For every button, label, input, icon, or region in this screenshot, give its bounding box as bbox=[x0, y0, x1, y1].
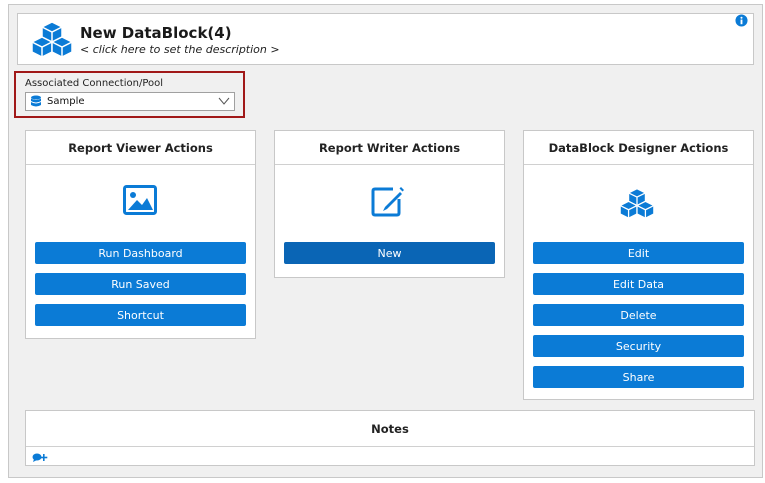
datablock-cubes-icon bbox=[32, 21, 72, 58]
edit-data-button[interactable]: Edit Data bbox=[533, 273, 744, 295]
report-writer-panel: Report Writer Actions New bbox=[274, 130, 505, 278]
datablock-designer-title: DataBlock Designer Actions bbox=[524, 131, 753, 165]
datablock-designer-panel: DataBlock Designer Actions Edit Edit Dat… bbox=[523, 130, 754, 400]
share-button[interactable]: Share bbox=[533, 366, 744, 388]
report-viewer-panel: Report Viewer Actions Run Dashboard Run … bbox=[25, 130, 256, 339]
add-note-icon[interactable] bbox=[32, 452, 48, 464]
notes-title: Notes bbox=[26, 411, 754, 447]
chevron-down-icon[interactable] bbox=[218, 96, 230, 106]
edit-button[interactable]: Edit bbox=[533, 242, 744, 264]
security-button[interactable]: Security bbox=[533, 335, 744, 357]
info-icon[interactable] bbox=[735, 14, 748, 27]
shortcut-button[interactable]: Shortcut bbox=[35, 304, 246, 326]
cubes-icon bbox=[620, 187, 654, 219]
image-icon bbox=[123, 185, 157, 215]
connection-value: Sample bbox=[47, 96, 85, 107]
connection-label: Associated Connection/Pool bbox=[25, 78, 164, 89]
notes-panel: Notes bbox=[25, 410, 755, 466]
delete-button[interactable]: Delete bbox=[533, 304, 744, 326]
datablock-title: New DataBlock(4) bbox=[80, 24, 232, 42]
connection-select[interactable]: Sample bbox=[25, 92, 235, 111]
report-writer-title: Report Writer Actions bbox=[275, 131, 504, 165]
run-dashboard-button[interactable]: Run Dashboard bbox=[35, 242, 246, 264]
description-link[interactable]: < click here to set the description > bbox=[80, 43, 280, 56]
report-viewer-title: Report Viewer Actions bbox=[26, 131, 255, 165]
edit-pencil-icon bbox=[371, 187, 404, 217]
run-saved-button[interactable]: Run Saved bbox=[35, 273, 246, 295]
database-icon bbox=[31, 95, 41, 107]
new-report-button[interactable]: New bbox=[284, 242, 495, 264]
